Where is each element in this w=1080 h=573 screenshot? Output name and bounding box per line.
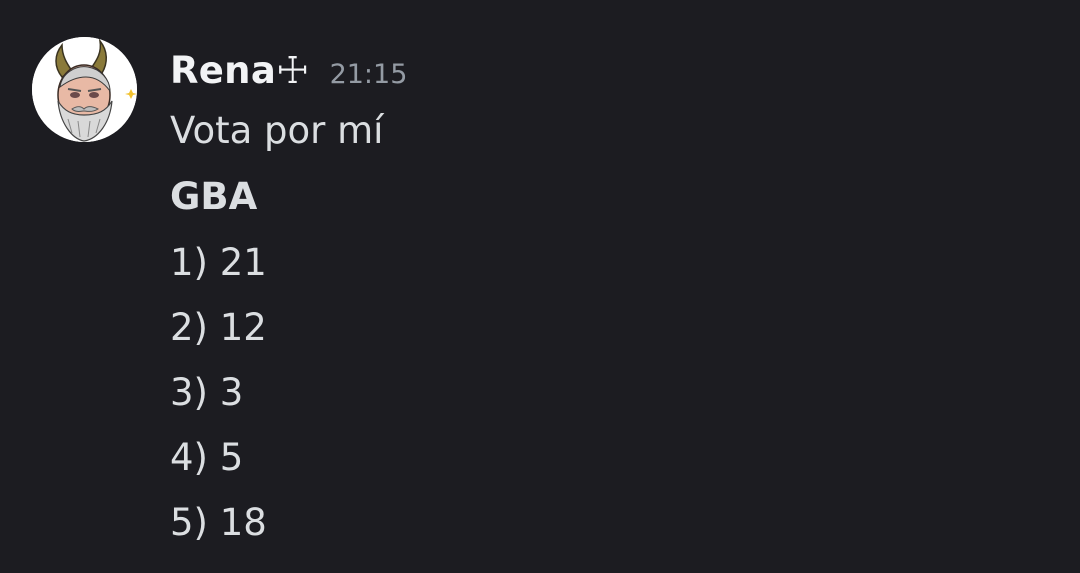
message-line: 5) 18 (170, 501, 267, 544)
username[interactable]: Rena☩ (170, 48, 310, 94)
message-line: 1) 21 (170, 241, 267, 284)
timestamp[interactable]: 21:15 (330, 52, 408, 98)
message-line: 2) 12 (170, 306, 267, 349)
bearded-horned-man-avatar-icon (32, 37, 137, 142)
message-line-bold: GBA (170, 175, 258, 218)
message-line: 3) 3 (170, 371, 244, 414)
chat-message: Rena☩ 21:15 Vota por mí GBA 1) 21 2) 12 … (0, 0, 1080, 573)
message-line: 4) 5 (170, 436, 244, 479)
message-header: Rena☩ 21:15 (170, 48, 407, 94)
message-line: Vota por mí (170, 109, 384, 152)
avatar[interactable] (32, 37, 137, 142)
